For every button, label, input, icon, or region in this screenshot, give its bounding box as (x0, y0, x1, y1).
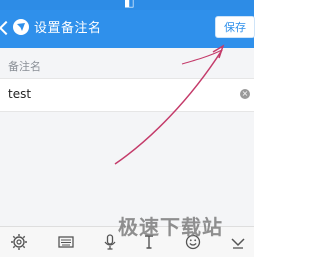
watermark-text: 极速下载站 (118, 215, 223, 239)
keyboard-icon[interactable] (57, 233, 77, 251)
collapse-icon[interactable] (229, 233, 249, 251)
gear-icon[interactable] (10, 233, 30, 251)
